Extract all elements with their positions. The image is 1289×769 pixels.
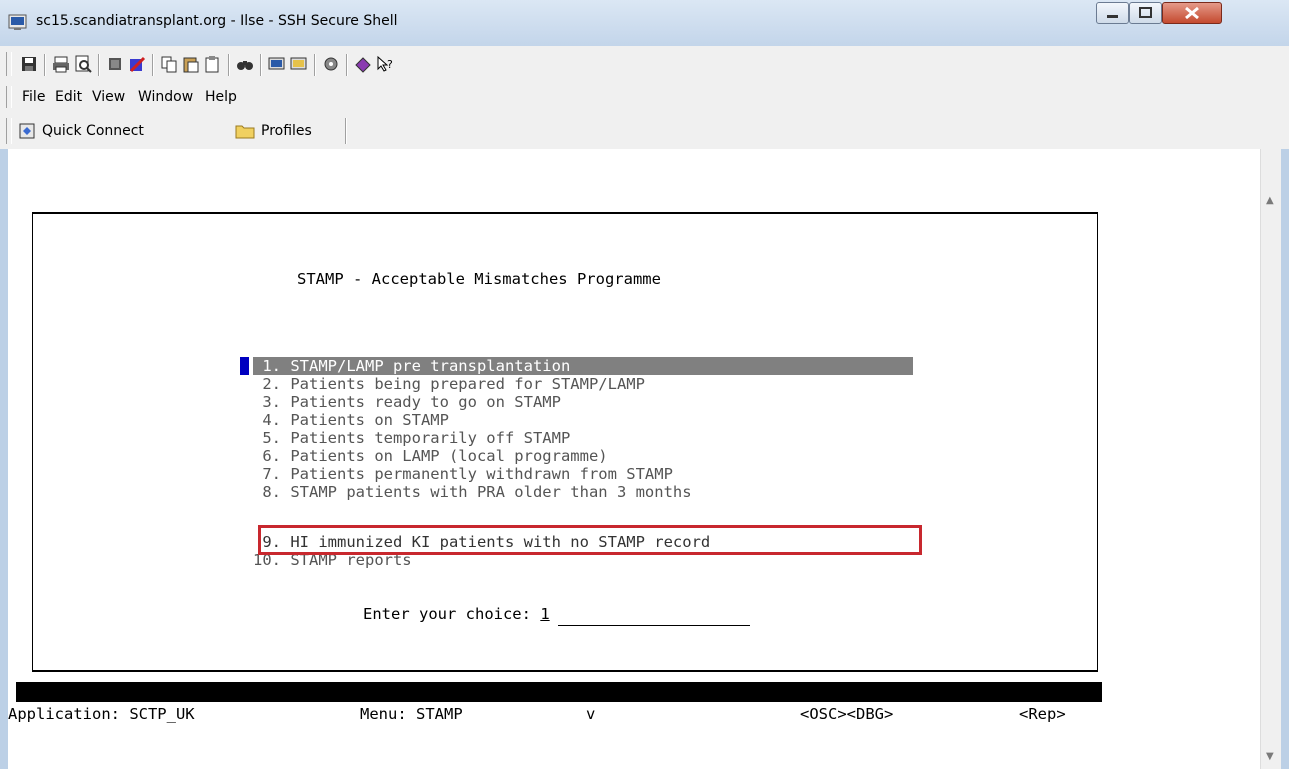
minimize-button[interactable] xyxy=(1096,2,1129,24)
close-icon xyxy=(1185,6,1199,20)
choice-input-underline xyxy=(558,625,750,626)
profiles-label: Profiles xyxy=(261,123,312,139)
quick-connect-icon xyxy=(19,123,35,139)
choice-prompt: Enter your choice: 1 xyxy=(363,605,550,623)
scroll-up-arrow-icon[interactable]: ▲ xyxy=(1266,195,1274,206)
terminal-status-separator xyxy=(16,682,1102,702)
window-title: sc15.scandiatransplant.org - Ilse - SSH … xyxy=(36,13,398,29)
svg-text:?: ? xyxy=(387,58,393,71)
minimize-icon xyxy=(1107,15,1118,18)
close-button[interactable] xyxy=(1162,2,1222,24)
toolbar-grip[interactable] xyxy=(6,52,12,76)
save-icon[interactable] xyxy=(20,55,38,73)
quick-connect-label: Quick Connect xyxy=(42,123,144,139)
connection-bar: Quick Connect Profiles xyxy=(0,112,1289,150)
quick-connect-button[interactable]: Quick Connect xyxy=(18,120,144,142)
print-icon[interactable] xyxy=(52,55,70,73)
menu-option-8[interactable]: 8. STAMP patients with PRA older than 3 … xyxy=(253,483,691,501)
window-left-border xyxy=(0,149,8,769)
choice-prompt-label: Enter your choice: xyxy=(363,605,541,623)
menu-option-6[interactable]: 6. Patients on LAMP (local programme) xyxy=(253,447,607,465)
menu-option-7[interactable]: 7. Patients permanently withdrawn from S… xyxy=(253,465,673,483)
status-flags: <OSC><DBG> xyxy=(800,705,894,723)
menu-window[interactable]: Window xyxy=(138,89,193,105)
menu-option-5[interactable]: 5. Patients temporarily off STAMP xyxy=(253,429,570,447)
menu-bar: File Edit View Window Help xyxy=(0,82,1289,113)
new-file-transfer-icon[interactable] xyxy=(290,55,308,73)
menu-option-4[interactable]: 4. Patients on STAMP xyxy=(253,411,449,429)
new-terminal-icon[interactable] xyxy=(268,55,286,73)
annotation-highlight-box xyxy=(258,525,922,555)
ssh-terminal-app-icon xyxy=(8,14,27,30)
menu-option-2[interactable]: 2. Patients being prepared for STAMP/LAM… xyxy=(253,375,645,393)
toolbar: ? xyxy=(0,46,1289,83)
menu-option-3[interactable]: 3. Patients ready to go on STAMP xyxy=(253,393,561,411)
terminal-heading: STAMP - Acceptable Mismatches Programme xyxy=(297,270,661,288)
menu-edit[interactable]: Edit xyxy=(55,89,82,105)
connbar-grip[interactable] xyxy=(6,118,12,144)
menu-option-1[interactable]: 1. STAMP/LAMP pre transplantation xyxy=(253,357,913,375)
find-icon[interactable] xyxy=(236,55,254,73)
status-menu: Menu: STAMP xyxy=(360,705,463,723)
context-help-icon[interactable]: ? xyxy=(376,55,394,73)
disconnect-all-icon[interactable] xyxy=(128,55,146,73)
terminal-cursor xyxy=(240,357,249,375)
print-preview-icon[interactable] xyxy=(74,55,92,73)
copy-icon[interactable] xyxy=(160,55,178,73)
help-icon[interactable] xyxy=(354,55,372,73)
status-application: Application: SCTP_UK xyxy=(8,705,195,723)
paste-special-icon[interactable] xyxy=(204,55,222,73)
paste-icon[interactable] xyxy=(182,55,200,73)
folder-icon xyxy=(235,125,255,139)
window-right-border xyxy=(1280,149,1289,769)
scroll-down-arrow-icon[interactable]: ▼ xyxy=(1266,751,1274,762)
window-title-bar[interactable]: sc15.scandiatransplant.org - Ilse - SSH … xyxy=(0,0,1289,47)
status-mode: v xyxy=(586,705,596,723)
maximize-icon xyxy=(1139,7,1152,18)
menu-help[interactable]: Help xyxy=(205,89,237,105)
menu-file[interactable]: File xyxy=(22,89,45,105)
vertical-scrollbar[interactable]: ▲ ▼ xyxy=(1260,149,1281,769)
status-rep: <Rep> xyxy=(1019,705,1066,723)
profiles-button[interactable]: Profiles xyxy=(235,120,312,142)
terminal-screen[interactable]: STAMP - Acceptable Mismatches Programme … xyxy=(8,149,1260,769)
menubar-grip[interactable] xyxy=(6,86,12,108)
choice-input-value[interactable]: 1 xyxy=(540,605,549,623)
disconnect-icon[interactable] xyxy=(106,55,124,73)
settings-icon[interactable] xyxy=(322,55,340,73)
maximize-button[interactable] xyxy=(1129,2,1162,24)
menu-view[interactable]: View xyxy=(92,89,125,105)
